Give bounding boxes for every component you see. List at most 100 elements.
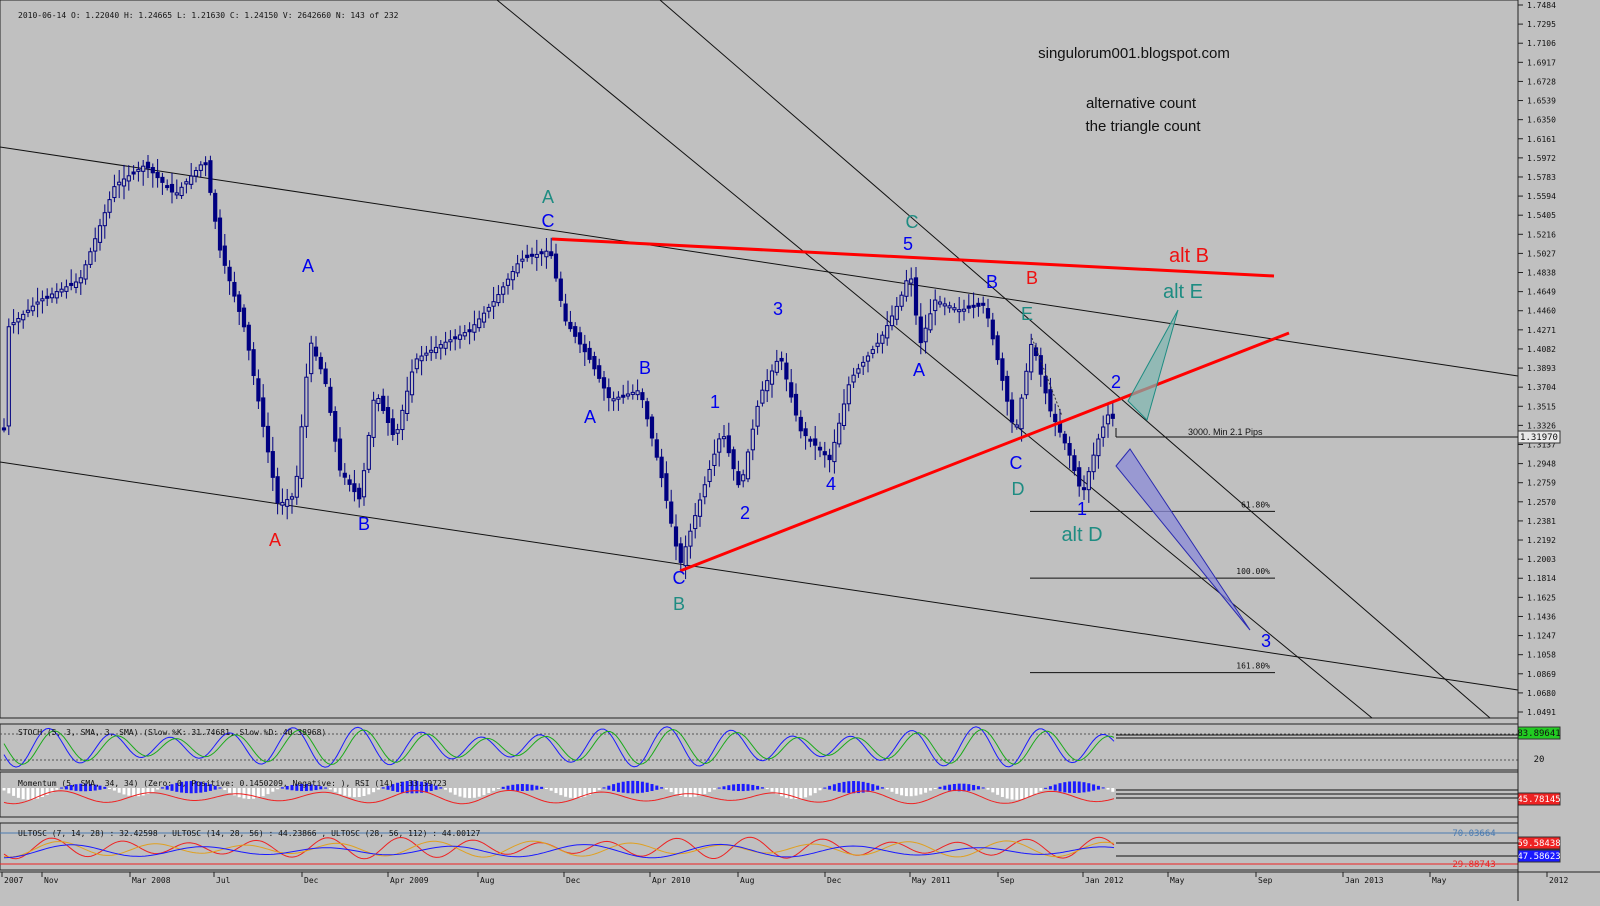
candle-body [875,342,880,347]
candle-body [429,349,434,353]
momentum-bar [448,788,452,793]
candle-body [899,294,904,307]
momentum-bar [741,783,745,792]
ultosc-panel[interactable]: ULTOSC (7, 14, 28) : 32.42598 , ULTOSC (… [0,822,1561,871]
forex-chart: 2010-06-14 O: 1.22040 H: 1.24665 L: 1.21… [0,0,1600,901]
momentum-bar [765,788,769,790]
candle-body [957,309,962,313]
candle-body [390,418,395,436]
candle-body [985,308,991,319]
candle-body [529,253,535,257]
price-tick-label: 1.5783 [1527,173,1556,182]
candle-body [774,360,779,373]
candle-body [697,499,703,517]
price-tick-label: 1.0869 [1527,670,1556,679]
candle-body [976,302,981,307]
time-tick-label: Dec [566,876,581,885]
candle-body [712,453,717,466]
candle-body [193,170,199,177]
momentum-bar [333,788,337,792]
candle-body [741,474,746,482]
svg-text:59.58438: 59.58438 [1517,839,1560,849]
price-tick-label: 1.6539 [1527,97,1556,106]
momentum-bar [1111,788,1115,792]
candle-body [520,258,525,262]
momentum-bar [516,784,520,791]
candle-body [309,342,314,375]
momentum-bar [564,788,568,797]
candle-body [73,281,79,288]
candle-body [213,192,218,222]
candle-body [448,339,453,343]
candle-body [937,301,943,305]
momentum-bar [943,785,947,790]
price-tick-label: 1.2381 [1527,517,1556,526]
price-tick-label: 1.2570 [1527,498,1556,507]
momentum-bar [1101,787,1105,789]
candle-body [587,347,592,360]
candle-body [505,278,511,286]
momentum-bar [780,788,784,797]
candle-body [256,378,261,402]
candle-body [1014,424,1019,428]
price-tick-label: 1.6350 [1527,116,1556,125]
momentum-bar [1096,785,1100,790]
candle-body [1096,438,1101,457]
price-tick-label: 1.1436 [1527,612,1556,621]
candle-body [577,332,583,345]
candle-body [342,472,347,478]
candle-body [381,395,386,411]
momentum-bar [506,785,510,790]
candle-body [789,382,794,398]
candle-body [573,326,578,337]
wave-label: 1 [1077,499,1087,519]
pips-label: 3000. Min 2.1 Pips [1188,427,1263,437]
momentum-bar [636,781,640,794]
momentum-bar [156,788,160,790]
candle-body [659,456,664,479]
candle-body [136,168,141,172]
wave-label: A [542,187,554,207]
candle-body [21,313,26,321]
candle-body [702,484,707,498]
candle-body [721,436,727,440]
momentum-bar [919,788,923,795]
stoch-panel[interactable]: STOCH (5, 3, SMA, 3, SMA) (Slow %K: 31.7… [0,723,1561,771]
wave-label: A [269,530,281,550]
price-tick-label: 1.4460 [1527,307,1556,316]
candle-body [745,451,751,480]
candle-body [885,325,890,339]
momentum-bar [2,788,6,791]
price-tick-label: 1.4838 [1527,269,1556,278]
candle-body [779,357,784,362]
momentum-bar [828,785,832,790]
candle-body [822,451,827,456]
time-tick-label: May [1432,876,1447,885]
candle-body [1033,347,1039,357]
candle-body [54,291,59,299]
wave-label: C [542,211,555,231]
momentum-bar [928,788,932,791]
momentum-bar [252,788,256,799]
candle-body [947,305,952,309]
momentum-bar [616,782,620,792]
momentum-rsi-panel[interactable]: Momentum (5, SMA, 34, 34) (Zero: 0, Posi… [0,771,1561,818]
candle-body [486,306,491,312]
momentum-bar [880,787,884,789]
momentum-bar [871,784,875,791]
price-tick-label: 1.1058 [1527,651,1556,660]
candle-body [933,299,938,312]
candle-body [1043,375,1048,394]
candle-body [942,303,947,307]
momentum-bar [444,788,448,790]
price-plot-area[interactable] [0,0,1519,719]
candle-body [112,186,117,199]
price-tick-label: 1.2003 [1527,555,1556,564]
momentum-bar [1024,788,1028,798]
candle-body [246,324,251,351]
momentum-bar [727,785,731,791]
wave-label: B [358,514,370,534]
candle-body [678,543,683,563]
blog-url: singulorum001.blogspot.com [1038,45,1230,62]
candle-body [635,390,640,396]
